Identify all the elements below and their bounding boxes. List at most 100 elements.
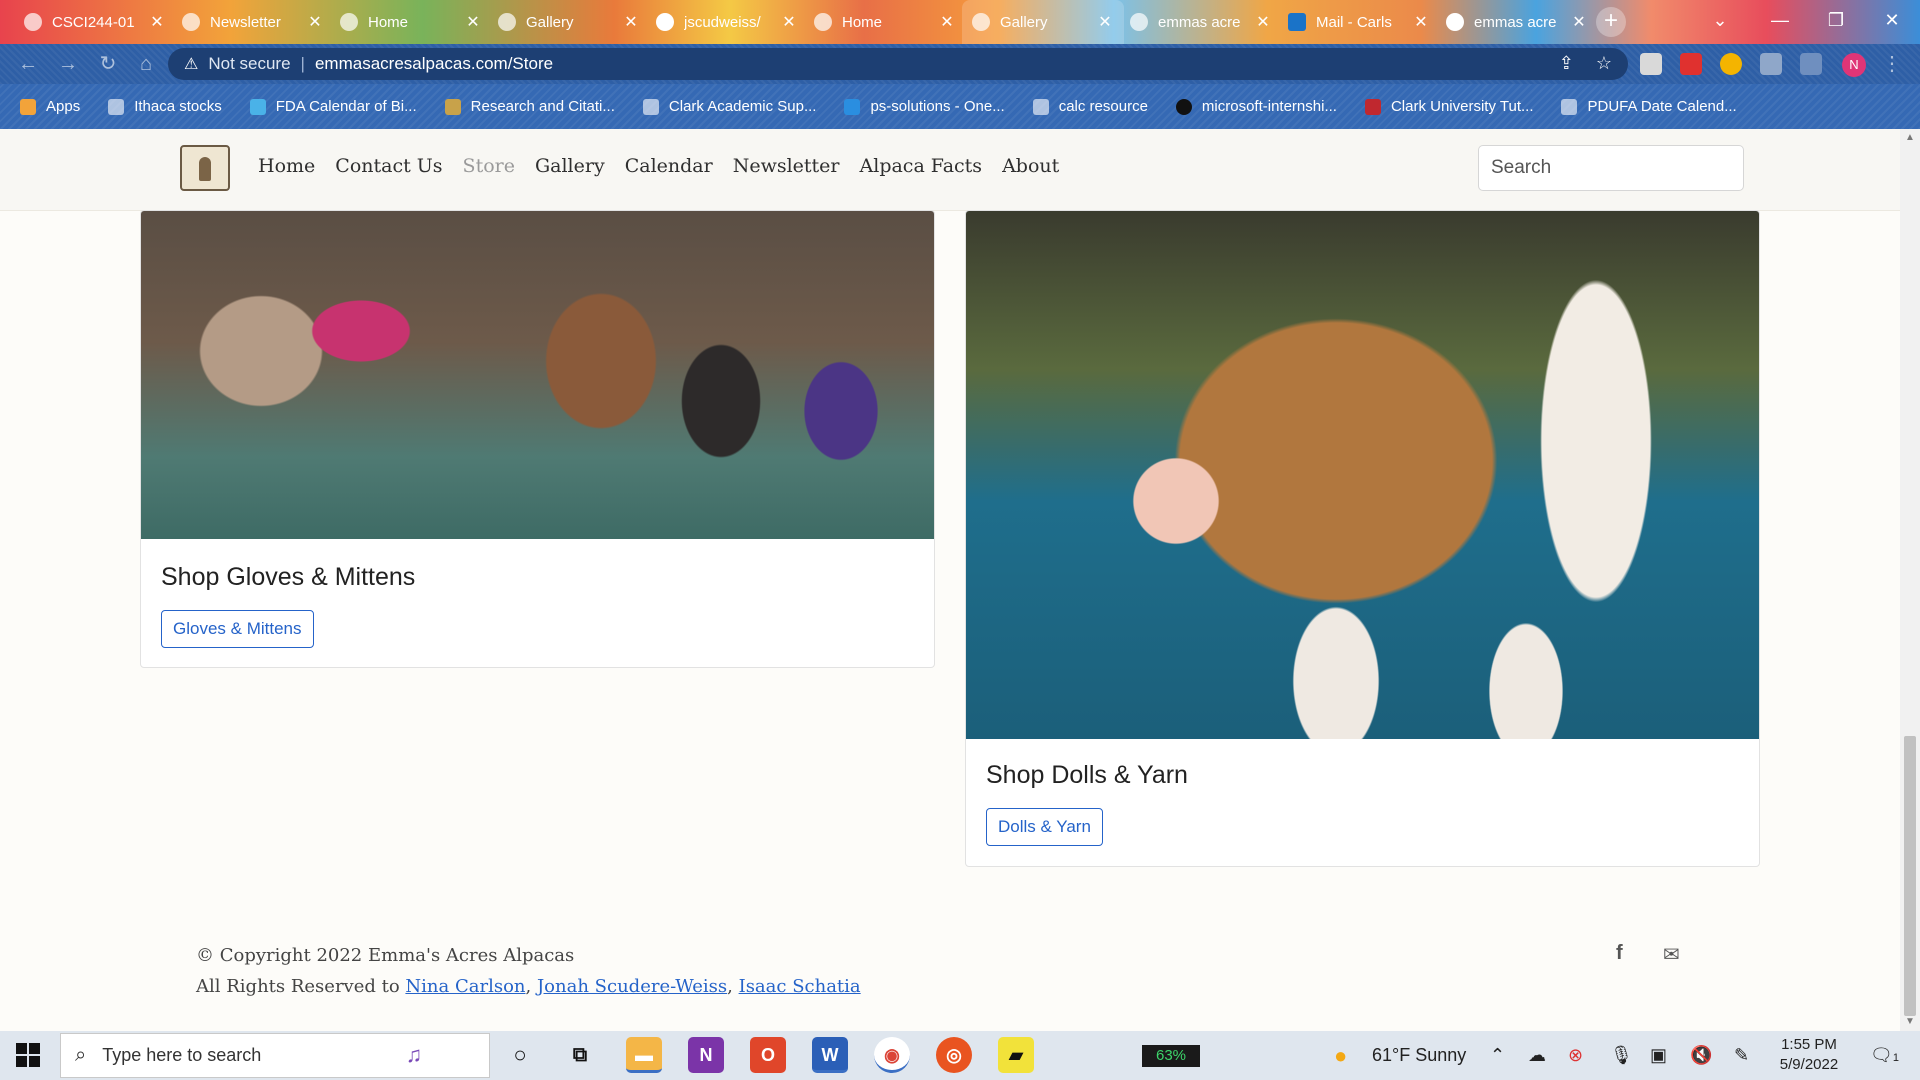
forward-icon[interactable]: →: [56, 52, 80, 76]
file-explorer-icon[interactable]: ▬: [626, 1037, 662, 1073]
notification-count: 1: [1892, 1052, 1899, 1064]
bookmark-item[interactable]: Clark University Tut...: [1364, 98, 1533, 115]
scroll-up-arrow-icon[interactable]: ▲: [1904, 132, 1916, 143]
notifications-icon[interactable]: 🗨1: [1870, 1031, 1899, 1080]
author-link-jonah[interactable]: Jonah Scudere-Weiss: [537, 976, 727, 997]
close-icon[interactable]: ✕: [306, 12, 324, 32]
pen-icon[interactable]: ✎: [1734, 1031, 1749, 1080]
bookmark-apps[interactable]: Apps: [20, 98, 80, 115]
share-icon[interactable]: ⇪: [1559, 53, 1574, 74]
tab-2[interactable]: Newsletter ✕: [172, 0, 334, 44]
restore-button[interactable]: ❐: [1808, 0, 1864, 40]
close-icon[interactable]: ✕: [464, 12, 482, 32]
bookmark-item[interactable]: Research and Citati...: [444, 98, 615, 115]
close-icon[interactable]: ✕: [1254, 12, 1272, 32]
tab-4[interactable]: Gallery ✕: [488, 0, 650, 44]
menu-kebab-icon[interactable]: ⋮: [1880, 52, 1904, 76]
close-icon[interactable]: ✕: [148, 12, 166, 32]
tab-9[interactable]: Mail - Carls ✕: [1278, 0, 1440, 44]
nav-store[interactable]: Store: [463, 155, 515, 177]
facebook-icon[interactable]: f: [1616, 942, 1623, 965]
new-tab-button[interactable]: +: [1596, 7, 1626, 37]
nav-gallery[interactable]: Gallery: [535, 155, 605, 177]
battery-indicator[interactable]: 63%: [1142, 1045, 1200, 1067]
office-icon[interactable]: O: [750, 1037, 786, 1073]
dolls-yarn-button[interactable]: Dolls & Yarn: [986, 808, 1103, 846]
onenote-icon[interactable]: N: [688, 1037, 724, 1073]
warning-icon[interactable]: ⚠: [184, 54, 198, 74]
tab-3[interactable]: Home ✕: [330, 0, 492, 44]
tab-search-chevron-icon[interactable]: ⌄: [1692, 0, 1748, 40]
task-view-icon[interactable]: ⧉: [562, 1037, 598, 1073]
cortana-icon[interactable]: ○: [502, 1037, 538, 1073]
clark-icon: [1364, 98, 1381, 115]
word-icon[interactable]: W: [812, 1037, 848, 1073]
tab-8[interactable]: emmas acre ✕: [1120, 0, 1282, 44]
nav-about[interactable]: About: [1002, 155, 1059, 177]
rights-line: All Rights Reserved to Nina Carlson, Jon…: [196, 976, 861, 997]
tab-6[interactable]: Home ✕: [804, 0, 966, 44]
bookmark-star-icon[interactable]: ☆: [1596, 53, 1612, 74]
close-icon[interactable]: ✕: [622, 12, 640, 32]
github-icon: [1175, 98, 1192, 115]
extension-icon[interactable]: [1680, 53, 1702, 75]
windows-start-icon[interactable]: [16, 1043, 40, 1067]
bookmark-item[interactable]: ps-solutions - One...: [844, 98, 1005, 115]
nav-alpaca-facts[interactable]: Alpaca Facts: [860, 155, 983, 177]
search-highlight-icon[interactable]: ♫: [396, 1037, 432, 1073]
profile-avatar[interactable]: N: [1842, 53, 1866, 77]
nav-contact-us[interactable]: Contact Us: [335, 155, 442, 177]
chevron-up-icon[interactable]: ⌃: [1490, 1031, 1505, 1080]
sidebar-icon[interactable]: [1800, 53, 1822, 75]
minimize-button[interactable]: —: [1752, 0, 1808, 40]
author-link-isaac[interactable]: Isaac Schatia: [739, 976, 861, 997]
tab-1[interactable]: CSCI244-01 ✕: [14, 0, 176, 44]
sync-error-icon[interactable]: ⊗: [1568, 1031, 1583, 1080]
close-icon[interactable]: ✕: [1412, 12, 1430, 32]
back-icon[interactable]: ←: [16, 52, 40, 76]
puzzle-icon[interactable]: [1760, 53, 1782, 75]
bookmark-item[interactable]: Clark Academic Sup...: [642, 98, 816, 115]
microphone-icon[interactable]: 🎙: [1610, 1031, 1633, 1080]
close-window-button[interactable]: ✕: [1864, 0, 1920, 40]
close-icon[interactable]: ✕: [1096, 12, 1114, 32]
author-link-nina[interactable]: Nina Carlson: [405, 976, 525, 997]
onedrive-icon[interactable]: ☁: [1528, 1031, 1546, 1080]
scroll-down-arrow-icon[interactable]: ▼: [1904, 1016, 1916, 1027]
scrollbar-thumb[interactable]: [1904, 736, 1916, 1016]
extension-icon[interactable]: [1720, 53, 1742, 75]
network-icon[interactable]: ▣: [1650, 1031, 1667, 1080]
card-title: Shop Gloves & Mittens: [161, 563, 416, 591]
reload-icon[interactable]: ↻: [96, 52, 120, 76]
bookmark-item[interactable]: Ithaca stocks: [108, 98, 222, 115]
nav-newsletter[interactable]: Newsletter: [733, 155, 840, 177]
close-icon[interactable]: ✕: [780, 12, 798, 32]
tab-10[interactable]: emmas acre ✕: [1436, 0, 1598, 44]
site-logo[interactable]: [180, 145, 230, 191]
bookmark-label: Research and Citati...: [470, 98, 615, 115]
mail-icon[interactable]: ✉: [1663, 942, 1680, 967]
system-clock[interactable]: 1:55 PM 5/9/2022: [1764, 1035, 1854, 1075]
extension-icon[interactable]: [1640, 53, 1662, 75]
tab-5[interactable]: jscudweiss/ ✕: [646, 0, 808, 44]
weather-text[interactable]: 61°F Sunny: [1372, 1031, 1466, 1080]
close-icon[interactable]: ✕: [1570, 12, 1588, 32]
close-icon[interactable]: ✕: [938, 12, 956, 32]
ubuntu-icon[interactable]: ◎: [936, 1037, 972, 1073]
chrome-icon[interactable]: ◉: [874, 1037, 910, 1073]
address-bar[interactable]: ⚠ Not secure | emmasacresalpacas.com/Sto…: [168, 48, 1628, 80]
tab-7-active[interactable]: Gallery ✕: [962, 0, 1124, 44]
bookmark-item[interactable]: microsoft-internshi...: [1175, 98, 1337, 115]
volume-muted-icon[interactable]: 🔇: [1690, 1031, 1712, 1080]
bookmark-item[interactable]: PDUFA Date Calend...: [1561, 98, 1737, 115]
url-text[interactable]: emmasacresalpacas.com/Store: [315, 54, 553, 74]
home-icon[interactable]: ⌂: [134, 52, 158, 76]
gloves-mittens-button[interactable]: Gloves & Mittens: [161, 610, 314, 648]
tab-label: Gallery: [526, 13, 574, 31]
search-input[interactable]: [1478, 145, 1744, 191]
sticky-notes-icon[interactable]: ▰: [998, 1037, 1034, 1073]
nav-calendar[interactable]: Calendar: [625, 155, 713, 177]
bookmark-item[interactable]: FDA Calendar of Bi...: [249, 98, 417, 115]
bookmark-item[interactable]: calc resource: [1032, 98, 1148, 115]
nav-home[interactable]: Home: [258, 155, 315, 177]
